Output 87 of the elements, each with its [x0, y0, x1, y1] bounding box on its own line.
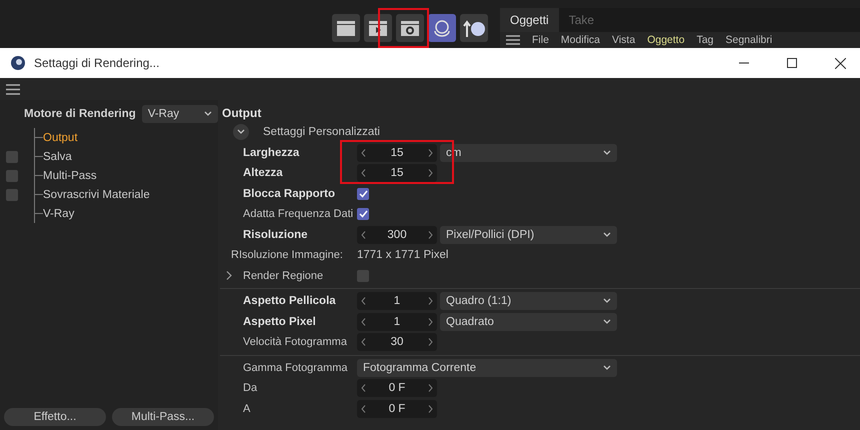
- range-dropdown[interactable]: Fotogramma Corrente: [357, 358, 617, 377]
- number-field[interactable]: 30: [357, 333, 437, 352]
- field-label: Larghezza: [243, 146, 300, 159]
- number-field[interactable]: 15: [357, 164, 437, 182]
- tree-item[interactable]: Salva: [43, 150, 72, 162]
- arrow-circle-icon[interactable]: [462, 18, 486, 38]
- number-field[interactable]: 0 F: [357, 400, 437, 418]
- unit-dropdown[interactable]: Quadrato: [440, 312, 617, 331]
- clapperboard-gear-icon[interactable]: [400, 19, 420, 37]
- caret-icon: [603, 318, 611, 325]
- field-label: Velocità Fotogramma: [243, 336, 348, 348]
- clapperboard-play-icon[interactable]: [368, 19, 388, 37]
- unit-dropdown[interactable]: Pixel/Pollici (DPI): [440, 226, 617, 244]
- chevron-left-icon[interactable]: [361, 384, 366, 392]
- field-label: RIsoluzione Immagine:: [231, 249, 344, 262]
- group-label: Settaggi Personalizzati: [263, 126, 380, 138]
- caret-icon: [603, 298, 611, 304]
- chevron-right-icon[interactable]: [428, 297, 433, 306]
- caret-icon: [204, 111, 212, 117]
- menu-item[interactable]: Tag: [696, 34, 714, 46]
- checkbox[interactable]: [6, 188, 18, 200]
- chevron-right-icon[interactable]: [428, 338, 433, 346]
- field-label: Risoluzione: [243, 228, 309, 241]
- window-title: Settaggi di Rendering...: [34, 56, 160, 70]
- field-label: Render Regione: [243, 270, 324, 282]
- menu-item[interactable]: Vista: [612, 34, 636, 46]
- chevron-left-icon[interactable]: [361, 338, 366, 346]
- checkbox[interactable]: [6, 150, 18, 162]
- sphere-icon[interactable]: [432, 18, 452, 38]
- maximize-icon: [787, 58, 797, 68]
- tree-item[interactable]: Output: [43, 132, 78, 144]
- checkbox[interactable]: [357, 270, 369, 282]
- menu-icon[interactable]: [6, 84, 20, 94]
- chevron-left-icon[interactable]: [361, 230, 366, 239]
- caret-icon: [237, 129, 245, 136]
- menu-icon[interactable]: [506, 35, 520, 45]
- checkbox[interactable]: [6, 170, 18, 182]
- sidebar-button[interactable]: Effetto...: [4, 408, 106, 426]
- caret-icon: [603, 232, 611, 238]
- menu-item[interactable]: Segnalibri: [726, 34, 772, 46]
- field-label: Blocca Rapporto: [243, 188, 336, 200]
- menu-item[interactable]: Oggetto: [647, 34, 685, 46]
- checkbox[interactable]: [357, 208, 369, 220]
- field-label: Altezza: [243, 167, 284, 180]
- chevron-left-icon[interactable]: [361, 297, 366, 306]
- chevron-left-icon[interactable]: [361, 404, 366, 413]
- number-field[interactable]: 300: [357, 226, 437, 244]
- chevron-right-icon[interactable]: [428, 169, 433, 178]
- unit-dropdown[interactable]: Quadro (1:1): [440, 292, 617, 310]
- info-value: 1771 x 1771 Pixel: [357, 249, 448, 262]
- engine-label: Motore di Rendering: [24, 108, 136, 120]
- panel-tab[interactable]: Oggetti: [500, 8, 559, 32]
- panel-title: Output: [221, 105, 262, 122]
- caret-icon: [603, 364, 611, 371]
- field-label: Adatta Frequenza Dati: [243, 208, 354, 220]
- chevron-right-icon[interactable]: [428, 318, 433, 326]
- highlight-frame: [378, 8, 429, 48]
- chevron-right-icon[interactable]: [428, 404, 433, 413]
- field-label: Aspetto Pixel: [243, 316, 317, 328]
- engine-dropdown[interactable]: V-Ray: [142, 105, 218, 123]
- chevron-left-icon[interactable]: [361, 318, 366, 326]
- sidebar-button[interactable]: Multi-Pass...: [112, 408, 214, 426]
- field-label: A: [243, 402, 252, 415]
- chevron-right-icon[interactable]: [428, 148, 433, 157]
- number-field[interactable]: 1: [357, 292, 437, 310]
- field-label: Da: [243, 382, 258, 394]
- minimize-icon: [739, 62, 749, 64]
- number-field[interactable]: 0 F: [357, 379, 437, 398]
- close-icon: [834, 58, 846, 68]
- chevron-left-icon[interactable]: [361, 148, 366, 157]
- menu-item[interactable]: File: [532, 34, 549, 46]
- field-label: Aspetto Pellicola: [243, 295, 337, 308]
- chevron-left-icon[interactable]: [361, 169, 366, 178]
- number-field[interactable]: 15: [357, 144, 437, 162]
- number-field[interactable]: 1: [357, 312, 437, 331]
- app-logo-icon: [10, 55, 26, 71]
- menu-item[interactable]: Modifica: [560, 34, 600, 46]
- field-label: Gamma Fotogramma: [243, 362, 349, 374]
- checkbox[interactable]: [357, 188, 369, 200]
- caret-icon: [603, 150, 611, 156]
- chevron-right-icon[interactable]: [428, 230, 433, 239]
- collapse-button[interactable]: [233, 124, 249, 140]
- tree-item[interactable]: Multi-Pass: [43, 170, 97, 182]
- tree-item[interactable]: V-Ray: [43, 208, 74, 220]
- clapperboard-icon[interactable]: [336, 19, 356, 37]
- tree-item[interactable]: Sovrascrivi Materiale: [43, 188, 150, 200]
- chevron-right-icon[interactable]: [428, 384, 433, 392]
